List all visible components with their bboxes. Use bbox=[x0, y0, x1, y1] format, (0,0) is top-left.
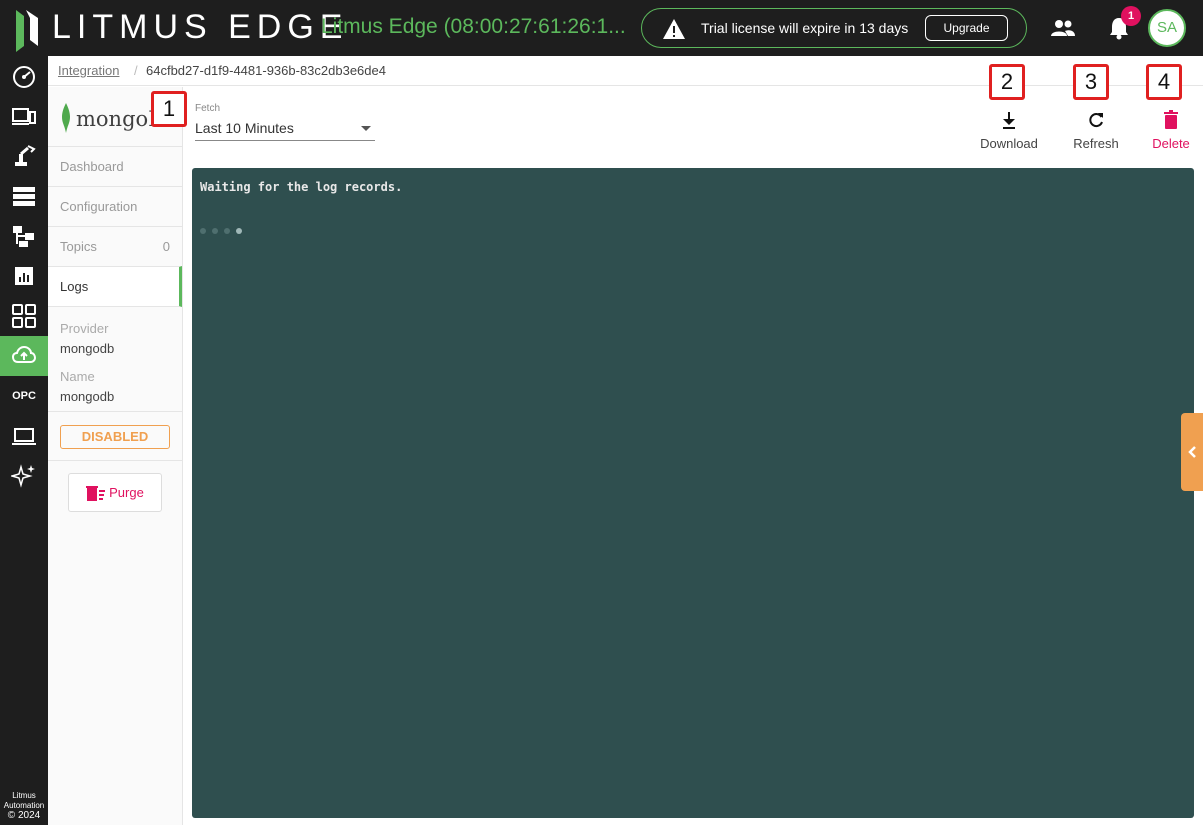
download-button[interactable]: Download bbox=[976, 110, 1042, 156]
callout-3: 3 bbox=[1073, 64, 1109, 100]
name-label: Name bbox=[60, 369, 95, 384]
breadcrumb-current: 64cfbd27-d1f9-4481-936b-83c2db3e6de4 bbox=[146, 63, 386, 78]
callout-1: 1 bbox=[151, 91, 187, 127]
log-viewer[interactable]: Waiting for the log records. bbox=[192, 168, 1194, 818]
nav-analytics[interactable] bbox=[0, 256, 48, 296]
name-value: mongodb bbox=[60, 389, 115, 404]
nav-apps[interactable] bbox=[0, 296, 48, 336]
top-bar: LITMUS EDGE Litmus Edge (08:00:27:61:26:… bbox=[0, 0, 1203, 56]
nav-sparkle[interactable] bbox=[0, 456, 48, 496]
chevron-left-icon bbox=[1188, 446, 1196, 458]
download-label: Download bbox=[980, 136, 1038, 151]
loading-dot bbox=[212, 228, 218, 234]
dashboard-icon bbox=[13, 66, 35, 88]
opc-icon: OPC bbox=[12, 390, 36, 402]
nav-computer[interactable] bbox=[0, 416, 48, 456]
refresh-icon bbox=[1089, 113, 1103, 128]
apps-grid-icon bbox=[12, 304, 36, 328]
nav-dashboard[interactable] bbox=[0, 56, 48, 96]
robot-arm-icon bbox=[15, 145, 36, 166]
trash-icon bbox=[1164, 110, 1178, 129]
cloud-upload-icon bbox=[11, 345, 37, 363]
refresh-label: Refresh bbox=[1073, 136, 1119, 151]
nav-storage[interactable] bbox=[0, 176, 48, 216]
nav-opc[interactable]: OPC bbox=[0, 376, 48, 416]
breadcrumb: Integration / 64cfbd27-d1f9-4481-936b-83… bbox=[48, 56, 1203, 86]
analytics-icon bbox=[15, 267, 33, 285]
log-message: Waiting for the log records. bbox=[200, 180, 403, 194]
menu-dashboard[interactable]: Dashboard bbox=[48, 146, 182, 186]
litmus-logo-icon bbox=[16, 10, 38, 52]
callout-2: 2 bbox=[989, 64, 1025, 100]
delete-label: Delete bbox=[1152, 136, 1190, 151]
status-badge: DISABLED bbox=[60, 425, 170, 449]
fetch-label: Fetch bbox=[195, 103, 221, 114]
nav-robot[interactable] bbox=[0, 136, 48, 176]
menu-configuration-label: Configuration bbox=[60, 199, 138, 214]
storage-icon bbox=[13, 187, 35, 206]
upgrade-button[interactable]: Upgrade bbox=[925, 15, 1008, 41]
delete-button[interactable]: Delete bbox=[1148, 110, 1194, 156]
fetch-select[interactable]: Last 10 Minutes bbox=[195, 118, 375, 141]
breadcrumb-separator: / bbox=[134, 63, 138, 78]
provider-label: Provider bbox=[60, 321, 109, 336]
topics-count: 0 bbox=[162, 239, 170, 254]
avatar[interactable]: SA bbox=[1148, 9, 1186, 47]
copyright: Litmus Automation © 2024 bbox=[0, 791, 48, 821]
notification-badge: 1 bbox=[1121, 6, 1141, 26]
nav-integration[interactable] bbox=[0, 336, 48, 376]
integration-sidebar: mongoDB Dashboard Configuration Topics 0… bbox=[48, 87, 183, 825]
device-title: Litmus Edge (08:00:27:61:26:1... bbox=[321, 15, 626, 38]
menu-logs[interactable]: Logs bbox=[48, 266, 182, 307]
devices-icon bbox=[12, 108, 36, 125]
breadcrumb-integration-link[interactable]: Integration bbox=[58, 63, 119, 78]
purge-icon bbox=[86, 485, 106, 501]
computer-icon bbox=[12, 428, 36, 445]
copyright-year: © 2024 bbox=[7, 810, 41, 821]
refresh-button[interactable]: Refresh bbox=[1068, 110, 1124, 156]
mongodb-leaf-icon bbox=[62, 103, 70, 133]
flows-icon bbox=[13, 226, 34, 247]
loading-dot bbox=[224, 228, 230, 234]
trial-message: Trial license will expire in 13 days bbox=[701, 20, 909, 36]
loading-indicator bbox=[200, 228, 242, 234]
nav-flows[interactable] bbox=[0, 216, 48, 256]
users-icon[interactable] bbox=[1050, 17, 1076, 39]
menu-dashboard-label: Dashboard bbox=[60, 159, 124, 174]
callout-4: 4 bbox=[1146, 64, 1182, 100]
menu-configuration[interactable]: Configuration bbox=[48, 186, 182, 226]
divider bbox=[48, 411, 182, 412]
purge-label: Purge bbox=[109, 485, 144, 500]
side-panel-toggle[interactable] bbox=[1181, 413, 1203, 491]
purge-button[interactable]: Purge bbox=[68, 473, 162, 512]
left-nav: OPC Litmus Automation © 2024 bbox=[0, 56, 48, 825]
menu-topics[interactable]: Topics 0 bbox=[48, 226, 182, 266]
brand-name: LITMUS EDGE bbox=[52, 8, 349, 46]
copyright-company: Litmus Automation bbox=[3, 791, 45, 810]
chevron-down-icon bbox=[361, 126, 371, 131]
sparkle-icon bbox=[11, 464, 35, 488]
nav-devices[interactable] bbox=[0, 96, 48, 136]
loading-dot bbox=[200, 228, 206, 234]
trial-banner: Trial license will expire in 13 days Upg… bbox=[641, 8, 1027, 48]
warning-icon bbox=[663, 19, 685, 39]
divider bbox=[48, 460, 182, 461]
download-icon bbox=[1003, 112, 1015, 129]
menu-topics-label: Topics bbox=[60, 239, 97, 254]
menu-logs-label: Logs bbox=[60, 279, 89, 294]
provider-value: mongodb bbox=[60, 341, 115, 356]
loading-dot bbox=[236, 228, 242, 234]
fetch-value: Last 10 Minutes bbox=[195, 120, 294, 136]
